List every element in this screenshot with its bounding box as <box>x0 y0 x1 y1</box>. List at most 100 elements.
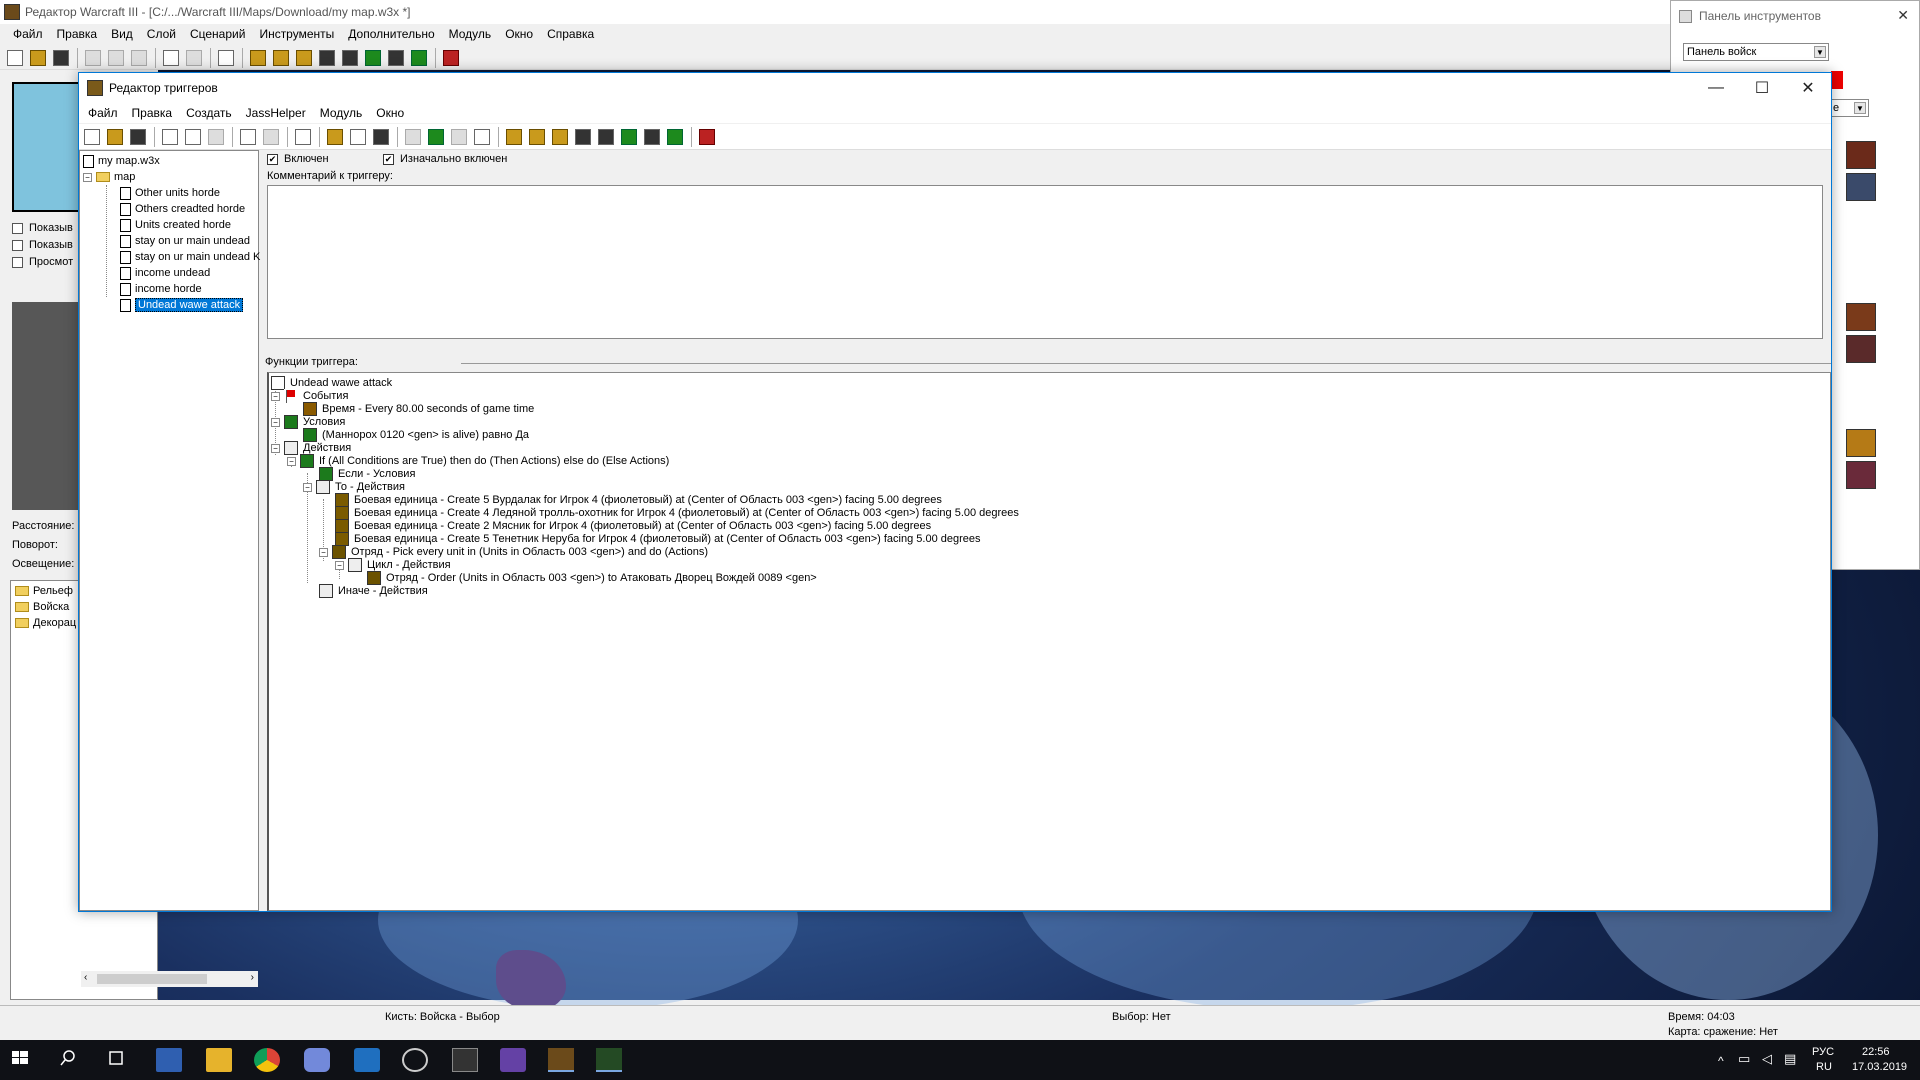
collapse-icon[interactable]: − <box>335 560 344 570</box>
tree-trigger-selected[interactable]: Undead wawe attack <box>120 297 244 313</box>
save-map-button[interactable] <box>50 47 72 69</box>
unit-icon[interactable] <box>1846 173 1876 201</box>
function-group-order[interactable]: Отряд - Order (Units in Область 003 <gen… <box>367 570 817 586</box>
taskbar-app-explorer[interactable] <box>206 1048 232 1072</box>
sound-editor-button[interactable] <box>293 47 315 69</box>
tree-root-map[interactable]: my map.w3x <box>83 153 160 169</box>
search-button[interactable] <box>58 1048 84 1072</box>
tree-trigger[interactable]: income horde <box>120 281 202 297</box>
te-open-button[interactable] <box>104 126 126 148</box>
scrollbar-thumb[interactable] <box>97 974 207 984</box>
collapse-icon[interactable]: − <box>271 443 280 453</box>
collapse-icon[interactable]: − <box>83 172 92 182</box>
te-campaign-button[interactable] <box>595 126 617 148</box>
paste-button[interactable] <box>128 47 150 69</box>
unit-icon[interactable] <box>1846 429 1876 457</box>
tree-folder-map[interactable]: − map <box>83 169 135 185</box>
tree-trigger[interactable]: income undead <box>120 265 210 281</box>
collapse-icon[interactable]: − <box>303 482 312 492</box>
show-option-2-checkbox[interactable]: Показыв <box>12 239 73 251</box>
trigger-editor-button[interactable] <box>270 47 292 69</box>
taskbar-app-twitch[interactable] <box>500 1048 526 1072</box>
import-manager-button[interactable] <box>385 47 407 69</box>
te-redo-button[interactable] <box>260 126 282 148</box>
menu-file[interactable]: Файл <box>6 24 50 44</box>
unit-icon[interactable] <box>1846 141 1876 169</box>
te-undo-button[interactable] <box>237 126 259 148</box>
te-menu-file[interactable]: Файл <box>81 103 125 123</box>
menu-window[interactable]: Окно <box>498 24 540 44</box>
variables-button[interactable] <box>471 126 493 148</box>
new-comment-button[interactable] <box>370 126 392 148</box>
te-menu-module[interactable]: Модуль <box>313 103 370 123</box>
te-menu-window[interactable]: Окно <box>369 103 411 123</box>
menu-scenario[interactable]: Сценарий <box>183 24 252 44</box>
open-map-button[interactable] <box>27 47 49 69</box>
tree-trigger[interactable]: stay on ur main undead <box>120 233 250 249</box>
cut-button[interactable] <box>82 47 104 69</box>
task-view-button[interactable] <box>106 1048 132 1072</box>
taskbar-app-discord[interactable] <box>304 1048 330 1072</box>
te-menu-jasshelper[interactable]: JassHelper <box>239 103 313 123</box>
splitter[interactable] <box>461 363 1831 364</box>
te-terrain-button[interactable] <box>503 126 525 148</box>
tray-chevron-icon[interactable]: ^ <box>1718 1054 1724 1068</box>
show-option-1-checkbox[interactable]: Показыв <box>12 222 73 234</box>
volume-icon[interactable]: ◁ <box>1762 1051 1772 1067</box>
undo-button[interactable] <box>160 47 182 69</box>
collapse-icon[interactable]: − <box>271 417 280 427</box>
language-indicator[interactable]: РУС <box>1812 1046 1834 1058</box>
clock-time[interactable]: 22:56 <box>1862 1046 1890 1058</box>
tree-horizontal-scrollbar[interactable]: ‹ › <box>81 971 258 987</box>
player-color-swatch[interactable] <box>1831 71 1843 89</box>
te-test-map-button[interactable] <box>696 126 718 148</box>
minimap[interactable] <box>12 82 82 212</box>
redo-button[interactable] <box>183 47 205 69</box>
menu-advanced[interactable]: Дополнительно <box>341 24 441 44</box>
te-trigger-button[interactable] <box>526 126 548 148</box>
te-save-button[interactable] <box>127 126 149 148</box>
unit-palette-select[interactable]: Панель войск ▼ <box>1683 43 1829 61</box>
start-button[interactable] <box>10 1048 36 1072</box>
copy-button[interactable] <box>105 47 127 69</box>
te-paste-button[interactable] <box>205 126 227 148</box>
chevron-right-icon[interactable]: › <box>251 972 254 983</box>
new-category-button[interactable] <box>324 126 346 148</box>
te-ai-button[interactable] <box>618 126 640 148</box>
new-map-button[interactable] <box>4 47 26 69</box>
te-sound-button[interactable] <box>549 126 571 148</box>
taskbar-app-battlenet[interactable] <box>354 1048 380 1072</box>
te-menu-edit[interactable]: Правка <box>125 103 180 123</box>
tree-trigger[interactable]: Units created horde <box>120 217 231 233</box>
menu-module[interactable]: Модуль <box>442 24 499 44</box>
network-icon[interactable]: ▭ <box>1738 1051 1750 1067</box>
menu-help[interactable]: Справка <box>540 24 601 44</box>
te-copy-button[interactable] <box>182 126 204 148</box>
collapse-icon[interactable]: − <box>319 547 328 557</box>
menu-layer[interactable]: Слой <box>140 24 183 44</box>
close-button[interactable]: ✕ <box>1785 73 1831 103</box>
tree-trigger[interactable]: Others creadted horde <box>120 201 245 217</box>
chevron-left-icon[interactable]: ‹ <box>84 972 87 983</box>
taskbar-app-chrome[interactable] <box>254 1048 280 1072</box>
campaign-editor-button[interactable] <box>339 47 361 69</box>
te-object-button[interactable] <box>572 126 594 148</box>
te-menu-create[interactable]: Создать <box>179 103 239 123</box>
maximize-button[interactable]: ☐ <box>1739 73 1785 103</box>
taskbar-app-steam[interactable] <box>402 1048 428 1072</box>
function-else-actions[interactable]: Иначе - Действия <box>319 583 428 599</box>
new-trigger-button[interactable] <box>347 126 369 148</box>
collapse-icon[interactable]: − <box>271 391 280 401</box>
menu-edit[interactable]: Правка <box>50 24 105 44</box>
notifications-icon[interactable]: ▤ <box>1784 1051 1796 1067</box>
unit-icon[interactable] <box>1846 461 1876 489</box>
terrain-editor-button[interactable] <box>247 47 269 69</box>
new-event-button[interactable] <box>402 126 424 148</box>
close-icon[interactable]: ✕ <box>1897 7 1909 24</box>
preview-option-checkbox[interactable]: Просмот <box>12 256 73 268</box>
te-script-button[interactable] <box>664 126 686 148</box>
menu-view[interactable]: Вид <box>104 24 140 44</box>
collapse-icon[interactable]: − <box>287 456 296 466</box>
ai-editor-button[interactable] <box>362 47 384 69</box>
te-cut-button[interactable] <box>159 126 181 148</box>
